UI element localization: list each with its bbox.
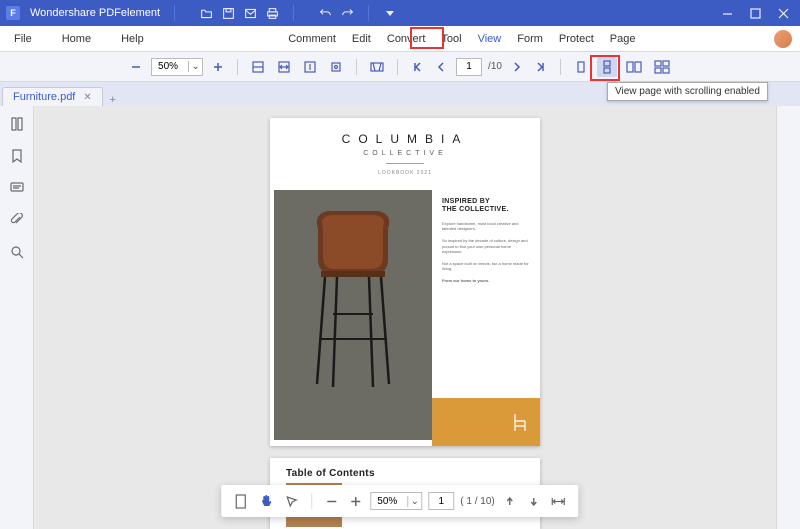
menu-protect[interactable]: Protect	[553, 29, 600, 49]
comments-icon[interactable]	[9, 180, 25, 196]
menu-form[interactable]: Form	[511, 29, 549, 49]
separator	[237, 59, 238, 75]
menu-file[interactable]: File	[8, 29, 38, 49]
zoom-value: 50%	[371, 496, 407, 507]
add-tab-button[interactable]: +	[103, 94, 123, 106]
maximize-icon[interactable]	[748, 6, 762, 20]
view-toolbar: 50% ⌄ /10	[0, 52, 800, 82]
zoom-in-button[interactable]	[346, 491, 364, 511]
last-page-button[interactable]	[532, 57, 550, 77]
read-mode-icon[interactable]	[367, 57, 387, 77]
search-icon[interactable]	[9, 244, 25, 260]
menu-edit[interactable]: Edit	[346, 29, 377, 49]
separator	[397, 59, 398, 75]
menu-bar: File Home Help Comment Edit Convert Tool…	[0, 26, 800, 52]
doc-title: COLUMBIA	[270, 118, 540, 146]
redo-icon[interactable]	[340, 6, 354, 20]
menu-comment[interactable]: Comment	[282, 29, 342, 49]
separator	[368, 5, 369, 21]
fit-width-icon[interactable]	[274, 57, 294, 77]
zoom-out-button[interactable]	[322, 491, 340, 511]
doc-heading-2: THE COLLECTIVE.	[442, 206, 532, 214]
separator	[356, 59, 357, 75]
page-input[interactable]	[428, 492, 454, 510]
work-area: COLUMBIA COLLECTIVE LOOKBOOK 2021	[0, 106, 800, 529]
two-page-icon[interactable]	[623, 57, 645, 77]
open-icon[interactable]	[199, 6, 213, 20]
single-page-icon[interactable]	[571, 57, 591, 77]
tab-label: Furniture.pdf	[13, 91, 75, 103]
menu-home[interactable]: Home	[56, 29, 97, 49]
undo-icon[interactable]	[318, 6, 332, 20]
dropdown-icon[interactable]	[383, 6, 397, 20]
chair-icon	[512, 412, 528, 432]
zoom-select[interactable]: 50% ⌄	[151, 58, 203, 76]
separator	[174, 5, 175, 21]
fit-page-icon[interactable]	[248, 57, 268, 77]
two-page-scroll-icon[interactable]	[651, 57, 673, 77]
thumbnails-icon[interactable]	[9, 116, 25, 132]
title-bar: F Wondershare PDFelement	[0, 0, 800, 26]
bottom-toolbar: 50% ⌄ ( 1 / 10)	[221, 485, 578, 517]
continuous-scroll-icon[interactable]	[597, 57, 617, 77]
next-page-button[interactable]	[525, 491, 543, 511]
separator	[560, 59, 561, 75]
print-icon[interactable]	[265, 6, 279, 20]
mail-icon[interactable]	[243, 6, 257, 20]
save-icon[interactable]	[221, 6, 235, 20]
fit-page-icon[interactable]	[231, 491, 250, 511]
close-icon[interactable]	[776, 6, 790, 20]
document-tab[interactable]: Furniture.pdf ✕	[2, 87, 103, 106]
doc-subtitle: COLLECTIVE	[270, 150, 540, 157]
zoom-out-button[interactable]	[127, 57, 145, 77]
doc-para-1: Explore handsome, most local creative an…	[442, 221, 532, 232]
zoom-select[interactable]: 50% ⌄	[370, 492, 422, 510]
prev-page-button[interactable]	[432, 57, 450, 77]
doc-para-4: From our home to yours.	[442, 278, 532, 284]
app-title: Wondershare PDFelement	[30, 7, 160, 19]
accent-block	[432, 398, 540, 446]
zoom-in-button[interactable]	[209, 57, 227, 77]
menu-tool[interactable]: Tool	[435, 29, 467, 49]
actual-size-icon[interactable]	[326, 57, 346, 77]
doc-heading-1: INSPIRED BY	[442, 198, 532, 206]
doc-para-2: So inspired by the decade of culture, de…	[442, 238, 532, 255]
menu-page[interactable]: Page	[604, 29, 642, 49]
prev-page-button[interactable]	[501, 491, 519, 511]
chevron-down-icon[interactable]: ⌄	[407, 496, 421, 507]
hand-tool-icon[interactable]	[256, 491, 276, 511]
select-tool-icon[interactable]	[282, 491, 301, 511]
document-canvas[interactable]: COLUMBIA COLLECTIVE LOOKBOOK 2021	[34, 106, 776, 529]
chevron-down-icon[interactable]: ⌄	[188, 61, 202, 72]
menu-view[interactable]: View	[472, 29, 508, 49]
zoom-value: 50%	[152, 61, 188, 72]
page-1: COLUMBIA COLLECTIVE LOOKBOOK 2021	[270, 118, 540, 446]
next-page-button[interactable]	[508, 57, 526, 77]
fit-width-icon[interactable]	[549, 491, 569, 511]
doc-lookbook: LOOKBOOK 2021	[270, 170, 540, 176]
left-sidebar	[0, 106, 34, 529]
tab-close-icon[interactable]: ✕	[83, 92, 91, 103]
bookmarks-icon[interactable]	[9, 148, 25, 164]
minimize-icon[interactable]	[720, 6, 734, 20]
menu-help[interactable]: Help	[115, 29, 150, 49]
page-input[interactable]	[456, 58, 482, 76]
first-page-button[interactable]	[408, 57, 426, 77]
user-avatar[interactable]	[774, 30, 792, 48]
separator	[311, 493, 312, 509]
app-logo: F	[6, 6, 20, 20]
fit-height-icon[interactable]	[300, 57, 320, 77]
page2-title: Table of Contents	[270, 458, 540, 483]
doc-para-3: Not a space built on trends, but a home …	[442, 261, 532, 272]
separator	[293, 5, 294, 21]
menu-convert[interactable]: Convert	[381, 29, 432, 49]
page-display: ( 1 / 10)	[460, 496, 494, 507]
product-photo	[274, 190, 432, 440]
tooltip: View page with scrolling enabled	[607, 82, 768, 101]
divider	[386, 163, 424, 164]
attachments-icon[interactable]	[9, 212, 25, 228]
right-gutter	[776, 106, 800, 529]
page-total: /10	[488, 61, 502, 72]
